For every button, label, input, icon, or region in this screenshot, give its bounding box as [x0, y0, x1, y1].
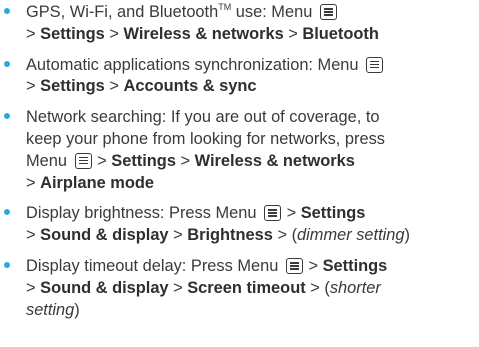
path-settings: Settings	[111, 151, 176, 170]
path-screen-timeout: Screen timeout	[187, 278, 306, 297]
list-item-brightness: Display brightness: Press Menu > Setting…	[0, 203, 479, 247]
list-item-sync: Automatic applications synchronization: …	[0, 55, 479, 99]
item-line: > Sound & display > Screen timeout > (sh…	[26, 278, 381, 297]
item-line: > Sound & display > Brightness > (dimmer…	[26, 226, 410, 245]
item-text: Menu	[26, 151, 68, 170]
path-accounts-sync: Accounts & sync	[123, 77, 257, 96]
item-line: GPS, Wi-Fi, and BluetoothTM use: Menu	[26, 2, 479, 24]
path-sound-display: Sound & display	[40, 226, 169, 245]
note-dimmer-setting: dimmer setting	[297, 226, 405, 245]
item-line: Network searching: If you are out of cov…	[26, 108, 380, 127]
menu-key-icon	[285, 257, 303, 274]
item-line: Automatic applications synchronization: …	[26, 55, 479, 77]
path-settings: Settings	[300, 204, 366, 223]
item-line: setting)	[26, 300, 80, 319]
menu-key-icon	[264, 205, 282, 222]
item-text: use: Menu	[231, 3, 313, 21]
item-line: Display brightness: Press Menu > Setting…	[26, 204, 366, 223]
path-settings: Settings	[322, 256, 388, 275]
tips-list: GPS, Wi-Fi, and BluetoothTM use: Menu > …	[0, 0, 479, 330]
item-text: Display brightness: Press Menu	[26, 204, 257, 223]
item-text: GPS, Wi-Fi, and Bluetooth	[26, 3, 219, 21]
path-sound-display: Sound & display	[40, 278, 169, 297]
bullet-dot-icon	[4, 261, 10, 268]
item-line: > Airplane mode	[26, 173, 154, 192]
bullet-dot-icon	[4, 209, 10, 216]
path-settings: Settings	[40, 77, 105, 96]
trademark-mark: TM	[218, 2, 232, 12]
item-text: Display timeout delay: Press Menu	[26, 256, 279, 275]
item-line: Display timeout delay: Press Menu > Sett…	[26, 256, 388, 275]
item-text: Automatic applications synchronization: …	[26, 55, 359, 74]
item-line: Menu > Settings > Wireless & networks	[26, 151, 355, 170]
list-item-bluetooth: GPS, Wi-Fi, and BluetoothTM use: Menu > …	[0, 0, 479, 46]
path-wireless-networks: Wireless & networks	[123, 24, 284, 43]
bullet-dot-icon	[4, 113, 10, 120]
path-bluetooth: Bluetooth	[302, 24, 379, 43]
bullet-dot-icon	[4, 60, 10, 67]
item-line: keep your phone from looking for network…	[26, 129, 385, 148]
note-setting: setting	[26, 300, 75, 319]
menu-key-icon	[74, 152, 92, 169]
list-item-network-searching: Network searching: If you are out of cov…	[0, 107, 479, 194]
path-settings: Settings	[40, 24, 105, 43]
path-airplane-mode: Airplane mode	[40, 173, 154, 192]
bullet-dot-icon	[4, 8, 10, 14]
item-line: > Settings > Accounts & sync	[26, 77, 257, 96]
note-shorter: shorter	[329, 278, 381, 297]
item-line: > Settings > Wireless & networks > Bluet…	[26, 24, 379, 43]
path-wireless-networks: Wireless & networks	[194, 151, 355, 170]
menu-key-icon	[319, 4, 337, 20]
menu-key-icon	[366, 56, 384, 73]
path-brightness: Brightness	[187, 226, 273, 245]
list-item-timeout: Display timeout delay: Press Menu > Sett…	[0, 256, 479, 321]
